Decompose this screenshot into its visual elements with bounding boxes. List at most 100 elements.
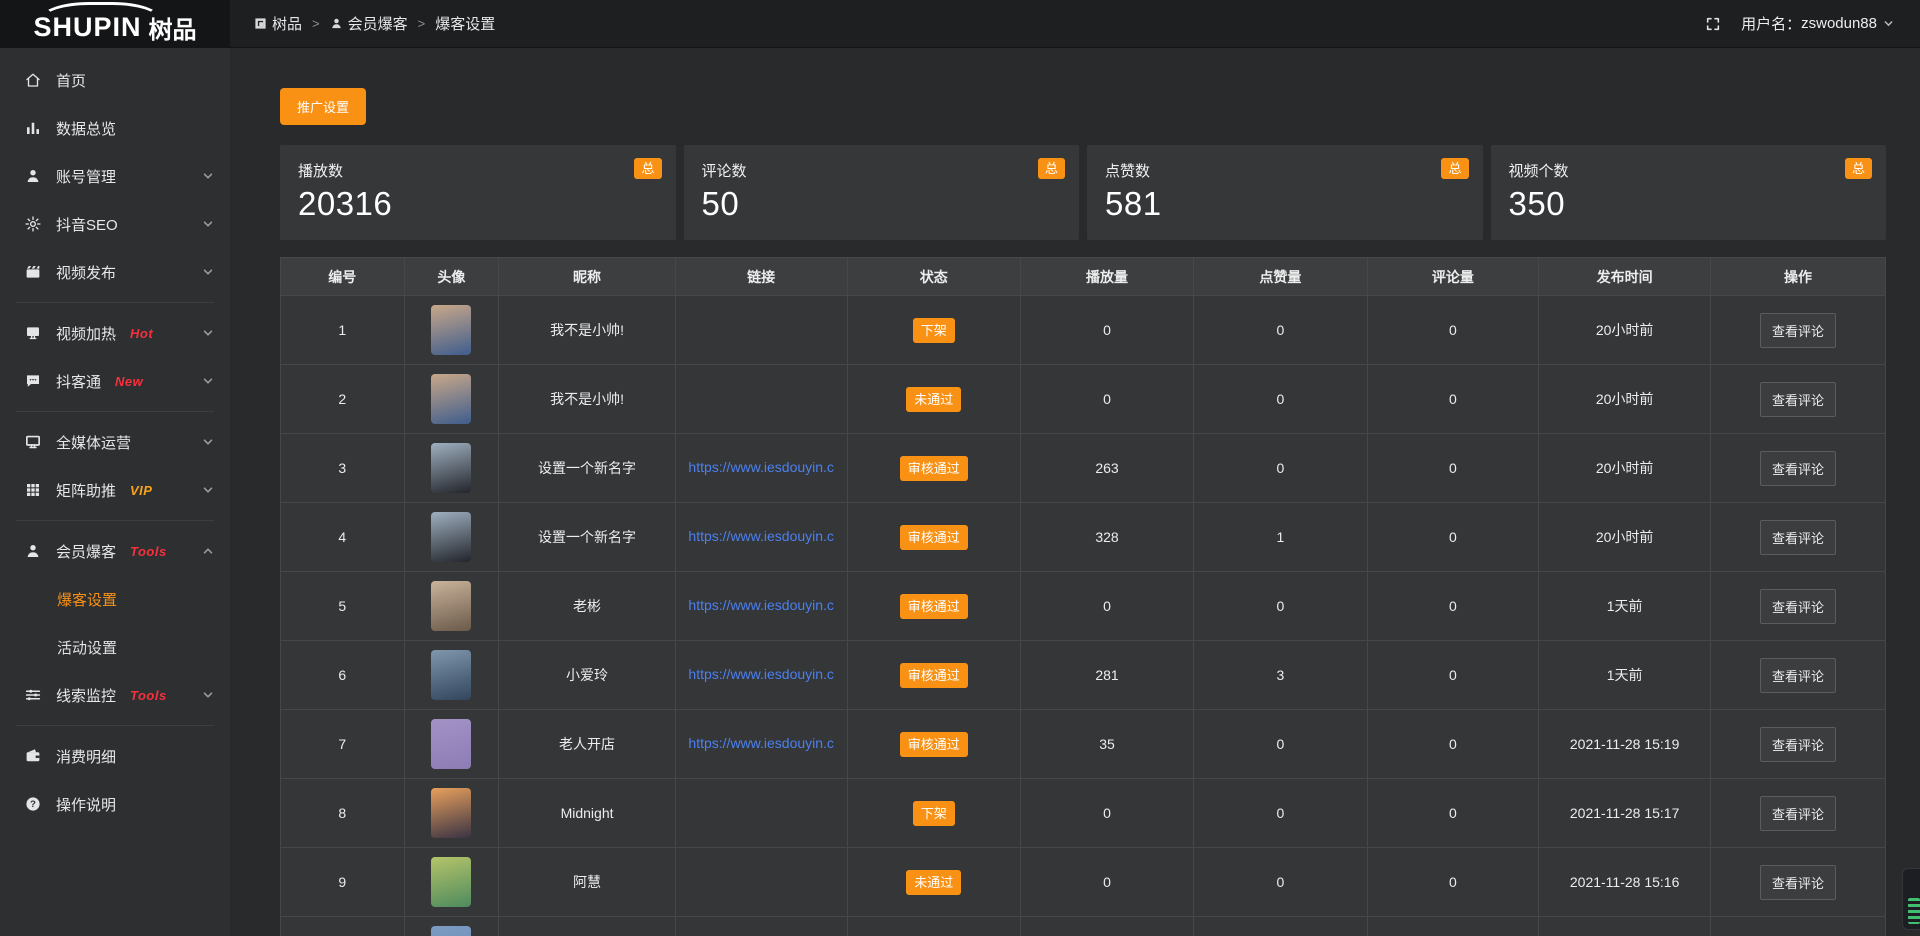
cell-action: 查看评论 — [1711, 848, 1886, 917]
content-area: 推广设置 播放数20316总评论数50总点赞数581总视频个数350总 编号头像… — [230, 48, 1920, 936]
sidebar-item-doukertong[interactable]: 抖客通New — [0, 357, 230, 405]
sidebar-item-label: 操作说明 — [56, 794, 116, 815]
view-comments-button[interactable]: 查看评论 — [1760, 451, 1836, 486]
stat-card-value: 350 — [1509, 185, 1869, 223]
sidebar-item-data-overview[interactable]: 数据总览 — [0, 104, 230, 152]
sidebar: SHUPIN 树品 首页数据总览账号管理抖音SEO视频发布视频加热Hot抖客通N… — [0, 0, 230, 936]
stat-card: 评论数50总 — [684, 145, 1080, 240]
video-link[interactable]: https://www.iesdouyin.c — [688, 666, 834, 682]
cell-id: 9 — [281, 848, 405, 917]
cell-time: 1天前 — [1539, 572, 1711, 641]
view-comments-button[interactable]: 查看评论 — [1760, 589, 1836, 624]
sidebar-subitem-baoke-settings[interactable]: 爆客设置 — [0, 575, 230, 623]
cell-nickname: 老彬 — [499, 572, 676, 641]
chevron-down-icon — [202, 689, 214, 701]
cell-status: 审核通过 — [847, 710, 1020, 779]
cell-avatar — [404, 365, 499, 434]
cell-nickname: Midnight — [499, 779, 676, 848]
cell-likes: 1 — [1194, 503, 1367, 572]
sidebar-item-operation-guide[interactable]: ? 操作说明 — [0, 780, 230, 828]
user-menu[interactable]: 用户名：zswodun88 — [1741, 13, 1894, 34]
video-link[interactable]: https://www.iesdouyin.c — [688, 459, 834, 475]
svg-text:?: ? — [30, 799, 36, 809]
column-header: 操作 — [1711, 258, 1886, 296]
cell-likes: 0 — [1194, 779, 1367, 848]
username-prefix: 用户名： — [1741, 13, 1801, 34]
sidebar-item-badge: Hot — [130, 326, 153, 341]
view-comments-button[interactable]: 查看评论 — [1760, 658, 1836, 693]
cell-id — [281, 917, 405, 936]
breadcrumb-item-baoke-settings: 爆客设置 — [435, 13, 495, 34]
cell-action: 查看评论 — [1711, 779, 1886, 848]
avatar — [431, 857, 471, 907]
view-comments-button[interactable]: 查看评论 — [1760, 865, 1836, 900]
cell-id: 2 — [281, 365, 405, 434]
cell-plays: 281 — [1020, 641, 1193, 710]
status-badge: 未通过 — [906, 870, 961, 895]
cell-link — [675, 848, 847, 917]
avatar — [431, 650, 471, 700]
view-comments-button[interactable]: 查看评论 — [1760, 727, 1836, 762]
cell-time: 2021-11-28 15:17 — [1539, 779, 1711, 848]
column-header: 状态 — [847, 258, 1020, 296]
chevron-up-icon — [202, 545, 214, 557]
cell-nickname: 我不是小帅! — [499, 296, 676, 365]
sidebar-subitem-activity-settings[interactable]: 活动设置 — [0, 623, 230, 671]
sidebar-divider — [16, 302, 214, 303]
cell-action: 查看评论 — [1711, 434, 1886, 503]
cell-comments: 0 — [1367, 503, 1539, 572]
sidebar-item-video-heat[interactable]: 视频加热Hot — [0, 309, 230, 357]
cell-avatar — [404, 641, 499, 710]
view-comments-button[interactable]: 查看评论 — [1760, 382, 1836, 417]
sidebar-item-video-publish[interactable]: 视频发布 — [0, 248, 230, 296]
cell-comments: 0 — [1367, 641, 1539, 710]
chart-icon — [24, 119, 42, 137]
floating-widget[interactable] — [1902, 868, 1920, 930]
username: zswodun88 — [1801, 15, 1877, 32]
breadcrumb-item-shupin[interactable]: 树品 — [254, 13, 302, 34]
sidebar-item-douyin-seo[interactable]: 抖音SEO — [0, 200, 230, 248]
cell-plays: 0 — [1020, 779, 1193, 848]
cell-link: https://www.iesdouyin.c — [675, 434, 847, 503]
video-link[interactable]: https://www.iesdouyin.c — [688, 597, 834, 613]
cell-avatar — [404, 503, 499, 572]
cell-nickname: 设置一个新名字 — [499, 434, 676, 503]
avatar — [431, 719, 471, 769]
cell-likes: 3 — [1194, 641, 1367, 710]
sidebar-item-clue-monitor[interactable]: 线索监控Tools — [0, 671, 230, 719]
fullscreen-icon[interactable] — [1705, 16, 1721, 32]
sidebar-item-badge: New — [115, 374, 143, 389]
cell-plays: 0 — [1020, 296, 1193, 365]
sidebar-item-all-media[interactable]: 全媒体运营 — [0, 418, 230, 466]
grid-square-icon — [254, 17, 267, 30]
sidebar-item-home[interactable]: 首页 — [0, 56, 230, 104]
sidebar-item-consume-detail[interactable]: 消费明细 — [0, 732, 230, 780]
sidebar-item-label: 线索监控 — [56, 685, 116, 706]
cell-plays: 35 — [1020, 710, 1193, 779]
cell-action: 查看评论 — [1711, 503, 1886, 572]
sidebar-item-account-manage[interactable]: 账号管理 — [0, 152, 230, 200]
promo-settings-button[interactable]: 推广设置 — [280, 88, 366, 125]
cell-avatar — [404, 434, 499, 503]
view-comments-button[interactable]: 查看评论 — [1760, 520, 1836, 555]
table-row: 1我不是小帅!下架00020小时前查看评论 — [281, 296, 1886, 365]
view-comments-button[interactable]: 查看评论 — [1760, 313, 1836, 348]
stat-card-total-badge: 总 — [1441, 158, 1468, 179]
cell-link — [675, 917, 847, 936]
breadcrumb-item-member-baoke[interactable]: 会员爆客 — [330, 13, 408, 34]
brand-logo[interactable]: SHUPIN 树品 — [0, 0, 230, 48]
cell-link: https://www.iesdouyin.c — [675, 572, 847, 641]
avatar — [431, 374, 471, 424]
breadcrumb-label: 爆客设置 — [435, 13, 495, 34]
sidebar-item-member-baoke[interactable]: 会员爆客Tools — [0, 527, 230, 575]
video-link[interactable]: https://www.iesdouyin.c — [688, 735, 834, 751]
logo-arc-icon — [41, 2, 161, 36]
video-link[interactable]: https://www.iesdouyin.c — [688, 528, 834, 544]
cell-avatar — [404, 296, 499, 365]
cell-link — [675, 365, 847, 434]
view-comments-button[interactable]: 查看评论 — [1760, 796, 1836, 831]
cell-id: 7 — [281, 710, 405, 779]
cell-nickname: 阿慧 — [499, 848, 676, 917]
cell-plays: 0 — [1020, 365, 1193, 434]
sidebar-item-matrix-boost[interactable]: 矩阵助推VIP — [0, 466, 230, 514]
